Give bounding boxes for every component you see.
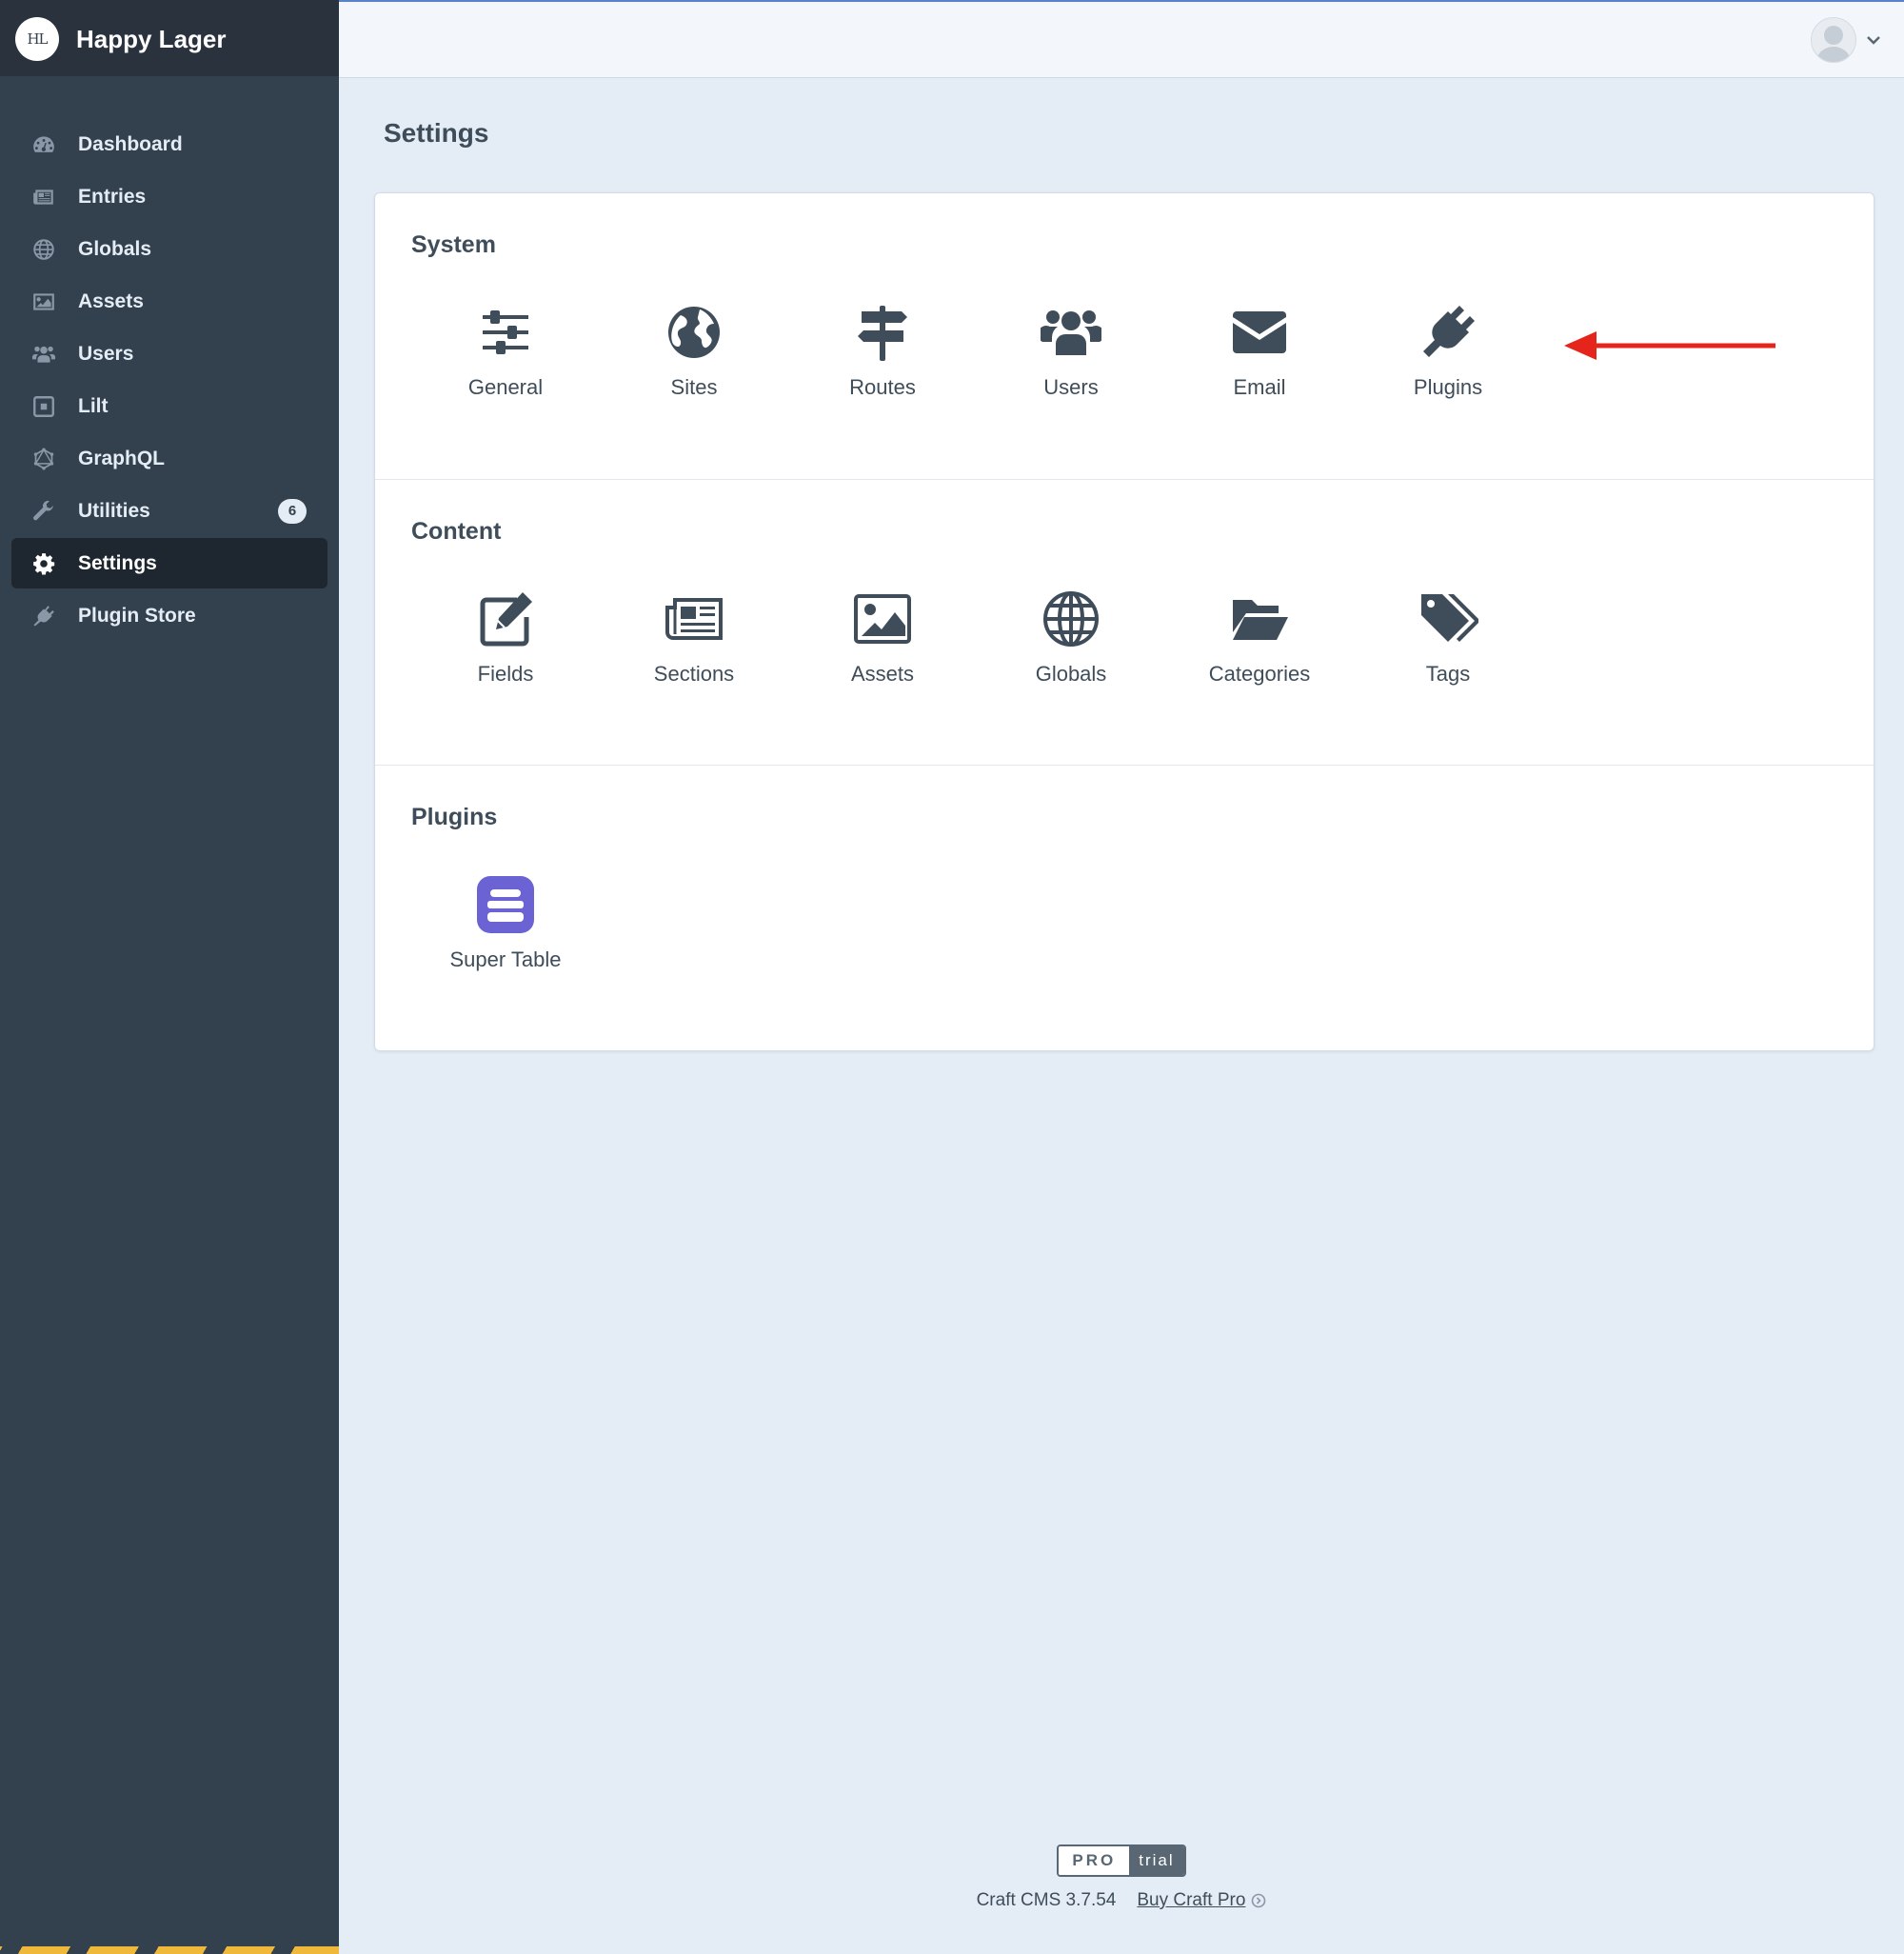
gear-icon	[30, 550, 57, 577]
sidebar-item-dashboard[interactable]: Dashboard	[11, 119, 327, 169]
settings-card: System General Sites Routes Users Email …	[374, 192, 1874, 1051]
page-title: Settings	[384, 118, 489, 148]
sidebar-item-label: Plugin Store	[78, 604, 196, 627]
section-title: Content	[411, 518, 502, 545]
settings-item-label: Plugins	[1413, 375, 1483, 399]
settings-item-label: Users	[1043, 375, 1099, 399]
settings-item-label: Sections	[653, 662, 735, 686]
graphql-icon	[30, 446, 57, 472]
settings-super-table[interactable]: Super Table	[411, 873, 600, 972]
sidebar-item-settings[interactable]: Settings	[11, 538, 327, 588]
settings-tags[interactable]: Tags	[1354, 588, 1542, 687]
settings-grid: Super Table	[411, 873, 1874, 972]
sidebar-item-assets[interactable]: Assets	[11, 276, 327, 327]
sidebar-item-lilt[interactable]: Lilt	[11, 381, 327, 431]
settings-routes[interactable]: Routes	[788, 301, 977, 400]
wrench-icon	[30, 498, 57, 525]
section-title: Plugins	[411, 804, 498, 830]
footer-info: Craft CMS 3.7.54 Buy Craft Pro	[977, 1890, 1267, 1911]
sidebar-item-label: Utilities	[78, 499, 150, 522]
utilities-badge: 6	[278, 498, 307, 524]
settings-assets[interactable]: Assets	[788, 588, 977, 687]
plug-icon	[30, 603, 57, 629]
newspaper-icon	[30, 184, 57, 210]
image-icon	[851, 588, 914, 650]
edition-badge[interactable]: PRO trial	[1057, 1844, 1186, 1877]
settings-fields[interactable]: Fields	[411, 588, 600, 687]
site-name[interactable]: Happy Lager	[76, 25, 227, 54]
newspaper-icon	[663, 588, 725, 650]
edition-trial: trial	[1129, 1846, 1184, 1875]
envelope-icon	[1228, 301, 1291, 364]
settings-sections[interactable]: Sections	[600, 588, 788, 687]
section-plugins: Plugins Super Table	[375, 765, 1874, 1050]
settings-users[interactable]: Users	[977, 301, 1165, 400]
settings-categories[interactable]: Categories	[1165, 588, 1354, 687]
edit-icon	[474, 588, 537, 650]
settings-email[interactable]: Email	[1165, 301, 1354, 400]
settings-item-label: Sites	[670, 375, 718, 399]
globe-icon	[30, 236, 57, 263]
chevron-down-icon	[1867, 36, 1880, 45]
go-arrow-icon	[1252, 1893, 1266, 1908]
account-menu[interactable]	[1811, 17, 1881, 63]
buy-craft-pro-link[interactable]: Buy Craft Pro	[1137, 1890, 1245, 1911]
sidebar-item-entries[interactable]: Entries	[11, 171, 327, 222]
section-title: System	[411, 231, 496, 258]
settings-item-label: Tags	[1425, 662, 1471, 686]
settings-item-label: Fields	[477, 662, 534, 686]
settings-plugins[interactable]: Plugins	[1354, 301, 1542, 400]
image-icon	[30, 289, 57, 315]
avatar	[1811, 17, 1856, 63]
sidebar-item-plugin-store[interactable]: Plugin Store	[11, 590, 327, 641]
settings-general[interactable]: General	[411, 301, 600, 400]
sidebar-item-label: Dashboard	[78, 132, 183, 155]
cms-version: Craft CMS 3.7.54	[976, 1890, 1117, 1910]
signpost-icon	[851, 301, 914, 364]
sidebar-item-globals[interactable]: Globals	[11, 224, 327, 274]
globe-grid-icon	[1040, 588, 1102, 650]
lilt-icon	[30, 393, 57, 420]
gauge-icon	[30, 131, 57, 158]
sidebar-item-label: GraphQL	[78, 447, 166, 469]
settings-item-label: Globals	[1035, 662, 1107, 686]
site-header: HL Happy Lager	[0, 0, 339, 76]
global-header	[339, 0, 1904, 78]
sidebar-item-label: Globals	[78, 237, 152, 260]
settings-item-label: Assets	[850, 662, 915, 686]
sidebar-item-label: Users	[78, 342, 134, 365]
super-table-icon	[474, 873, 537, 936]
settings-globals[interactable]: Globals	[977, 588, 1165, 687]
globe-icon	[663, 301, 725, 364]
users-icon	[1040, 301, 1102, 364]
section-content: Content Fields Sections Assets Globals C…	[375, 479, 1874, 765]
settings-item-label: General	[467, 375, 544, 399]
app-footer: PRO trial Craft CMS 3.7.54 Buy Craft Pro	[339, 1844, 1904, 1911]
settings-grid: Fields Sections Assets Globals Categorie…	[411, 588, 1874, 687]
users-icon	[30, 341, 57, 368]
settings-item-label: Super Table	[449, 947, 562, 971]
sidebar-item-label: Settings	[78, 551, 157, 574]
sidebar-item-users[interactable]: Users	[11, 329, 327, 379]
dev-mode-stripes	[0, 1946, 339, 1954]
site-logo[interactable]: HL	[15, 17, 59, 61]
main-nav: Dashboard Entries Globals Assets Users L…	[0, 76, 339, 641]
sliders-icon	[474, 301, 537, 364]
settings-item-label: Categories	[1208, 662, 1311, 686]
sidebar-item-graphql[interactable]: GraphQL	[11, 433, 327, 484]
edition-name: PRO	[1059, 1846, 1130, 1875]
sidebar: HL Happy Lager Dashboard Entries Globals	[0, 0, 339, 1954]
annotation-arrow	[1564, 331, 1775, 360]
sidebar-item-utilities[interactable]: Utilities 6	[11, 486, 327, 536]
settings-sites[interactable]: Sites	[600, 301, 788, 400]
tags-icon	[1417, 588, 1479, 650]
sidebar-item-label: Lilt	[78, 394, 109, 417]
settings-item-label: Email	[1233, 375, 1286, 399]
sidebar-item-label: Entries	[78, 185, 147, 208]
folder-open-icon	[1228, 588, 1291, 650]
user-silhouette-icon	[1816, 26, 1851, 62]
settings-item-label: Routes	[849, 375, 916, 399]
sidebar-item-label: Assets	[78, 289, 144, 312]
plug-icon	[1417, 301, 1479, 364]
